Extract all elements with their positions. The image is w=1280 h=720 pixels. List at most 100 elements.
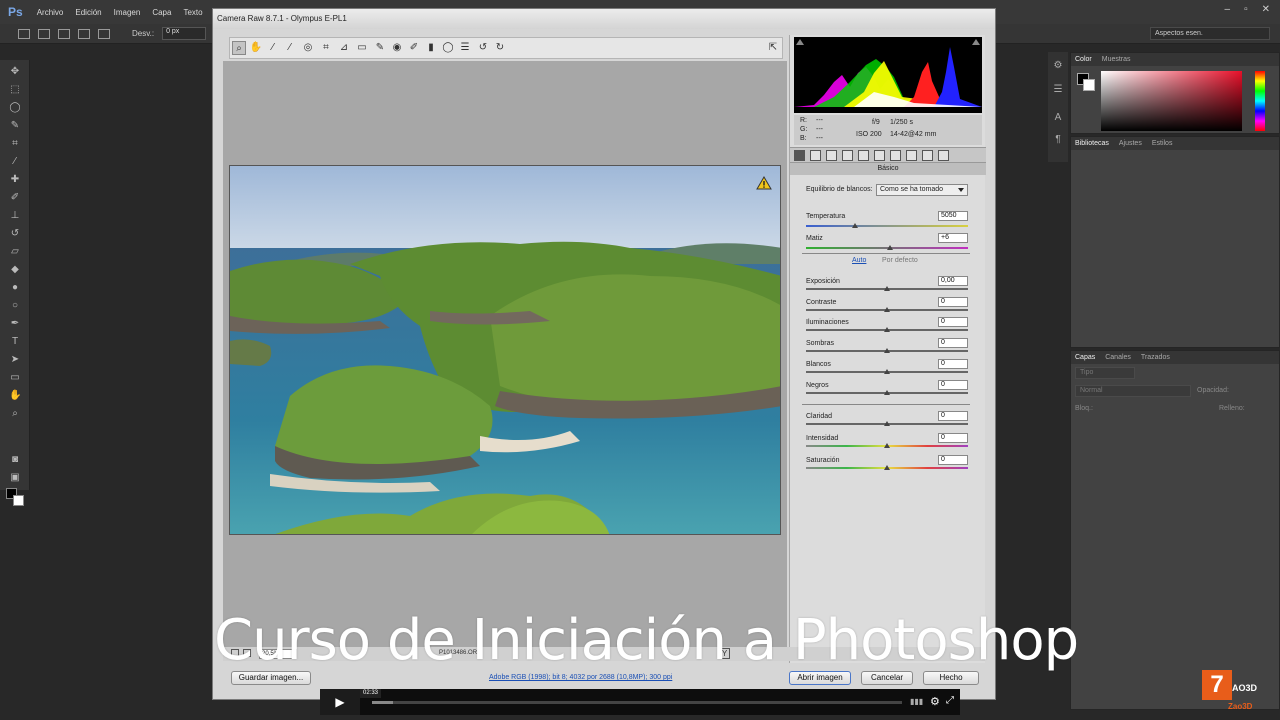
quick-select-icon[interactable]: ✎: [9, 120, 21, 132]
dodge-tool-icon[interactable]: ○: [9, 300, 21, 312]
tone-1-input[interactable]: 0: [938, 296, 968, 307]
new-selection-icon[interactable]: [38, 28, 50, 39]
split-toning-icon[interactable]: [858, 150, 869, 161]
path-select-icon[interactable]: ➤: [9, 354, 21, 366]
stamp-tool-icon[interactable]: ⊥: [9, 210, 21, 222]
eyedropper-icon[interactable]: ⁄: [9, 156, 21, 168]
color-picker-field[interactable]: [1101, 71, 1242, 131]
type-tool-icon[interactable]: T: [9, 336, 21, 348]
detail-panel-icon[interactable]: [826, 150, 837, 161]
character-panel-icon[interactable]: A: [1052, 112, 1064, 124]
history-brush-icon[interactable]: ↺: [9, 228, 21, 240]
background-color-swatch[interactable]: [13, 495, 24, 506]
highlight-clip-icon[interactable]: [972, 39, 980, 45]
hand-tool-icon[interactable]: ✋: [9, 390, 21, 402]
gear-icon[interactable]: ⚙: [930, 695, 940, 708]
fx-effects-icon[interactable]: [890, 150, 901, 161]
color-background-swatch[interactable]: [1083, 79, 1095, 91]
tab-canales[interactable]: Canales: [1105, 354, 1131, 361]
screen-mode-icon[interactable]: ▣: [9, 472, 21, 484]
crop-tool-icon[interactable]: ⌗: [9, 138, 21, 150]
rotate-left-icon[interactable]: ↺: [476, 41, 490, 55]
basic-panel-icon[interactable]: [794, 150, 805, 161]
volume-icon[interactable]: ▮▮▮: [910, 697, 923, 706]
color-sampler-icon[interactable]: ⁄: [283, 41, 297, 55]
zoom-tool-icon[interactable]: ⌕: [232, 41, 246, 55]
tab-color[interactable]: Color: [1075, 56, 1092, 63]
tab-estilos[interactable]: Estilos: [1152, 140, 1173, 147]
tone-3-input[interactable]: 0: [938, 338, 968, 349]
transform-tool-icon[interactable]: ▭: [355, 41, 369, 55]
hand-tool-icon[interactable]: ✋: [249, 41, 263, 55]
menu-texto[interactable]: Texto: [177, 8, 208, 17]
layer-filter-select[interactable]: Tipo: [1075, 367, 1135, 379]
radial-filter-icon[interactable]: ◯: [441, 41, 455, 55]
tone-0-input[interactable]: 0,00: [938, 276, 968, 286]
open-image-button[interactable]: Abrir imagen: [789, 671, 851, 685]
shape-tool-icon[interactable]: ▭: [9, 372, 21, 384]
intersect-selection-icon[interactable]: [98, 28, 110, 39]
history-panel-icon[interactable]: ⚙: [1052, 60, 1064, 72]
temperature-slider-thumb[interactable]: [851, 223, 858, 228]
crop-tool-icon[interactable]: ⌗: [319, 41, 333, 55]
workspace-select[interactable]: Aspectos esen.: [1150, 27, 1270, 40]
red-eye-icon[interactable]: ◉: [390, 41, 404, 55]
paragraph-panel-icon[interactable]: ¶: [1052, 134, 1064, 146]
lasso-tool-icon[interactable]: ◯: [9, 102, 21, 114]
menu-capa[interactable]: Capa: [146, 8, 177, 17]
brush-tool-icon[interactable]: ✐: [9, 192, 21, 204]
presence-0-input[interactable]: 0: [938, 411, 968, 421]
marquee-tool-icon[interactable]: ⬚: [9, 84, 21, 96]
close-icon[interactable]: ✕: [1262, 4, 1270, 15]
presence-1-input[interactable]: 0: [938, 433, 968, 443]
tab-bibliotecas[interactable]: Bibliotecas: [1075, 140, 1109, 147]
subtract-selection-icon[interactable]: [78, 28, 90, 39]
tone-4-slider-thumb[interactable]: [884, 368, 890, 374]
menu-imagen[interactable]: Imagen: [108, 8, 147, 17]
warning-icon[interactable]: [756, 176, 772, 190]
presets-icon[interactable]: [922, 150, 933, 161]
tint-slider-thumb[interactable]: [887, 245, 894, 250]
tone-0-slider-thumb[interactable]: [884, 286, 890, 291]
cancel-button[interactable]: Cancelar: [861, 671, 913, 685]
maximize-icon[interactable]: ▫: [1244, 4, 1248, 15]
move-tool-icon[interactable]: ✥: [9, 66, 21, 78]
tab-muestras[interactable]: Muestras: [1102, 56, 1131, 63]
tone-4-input[interactable]: 0: [938, 358, 968, 369]
tone-5-slider-thumb[interactable]: [884, 389, 890, 395]
quick-mask-icon[interactable]: ◙: [9, 454, 21, 466]
preferences-icon[interactable]: ☰: [458, 41, 472, 55]
add-selection-icon[interactable]: [58, 28, 70, 39]
tone-5-input[interactable]: 0: [938, 379, 968, 390]
tint-input[interactable]: +6: [938, 233, 968, 243]
tab-capas[interactable]: Capas: [1075, 354, 1095, 361]
presence-2-slider-thumb[interactable]: [884, 465, 890, 470]
default-link[interactable]: Por defecto: [882, 257, 918, 264]
menu-edicion[interactable]: Edición: [69, 8, 107, 17]
menu-archivo[interactable]: Archivo: [31, 8, 70, 17]
white-balance-tool-icon[interactable]: ⁄: [266, 41, 280, 55]
zoom-tool-icon[interactable]: ⌕: [9, 408, 21, 420]
adjustment-brush-icon[interactable]: ✐: [407, 41, 421, 55]
temperature-slider[interactable]: [806, 225, 968, 227]
healing-brush-icon[interactable]: ✚: [9, 174, 21, 186]
camera-calibration-icon[interactable]: [906, 150, 917, 161]
tone-2-input[interactable]: 0: [938, 317, 968, 328]
feather-input[interactable]: 0 px: [162, 27, 207, 40]
graduated-filter-icon[interactable]: ▮: [424, 41, 438, 55]
video-progress-track[interactable]: [372, 701, 902, 704]
blend-mode-select[interactable]: Normal: [1075, 385, 1191, 397]
tab-trazados[interactable]: Trazados: [1141, 354, 1170, 361]
white-balance-select[interactable]: Como se ha tomado: [876, 184, 968, 196]
shadow-clip-icon[interactable]: [796, 39, 804, 45]
presence-0-slider-thumb[interactable]: [884, 421, 890, 426]
presence-1-slider-thumb[interactable]: [884, 443, 890, 448]
presence-2-input[interactable]: 0: [938, 455, 968, 465]
play-button[interactable]: ▶: [320, 689, 360, 715]
workflow-options-link[interactable]: Adobe RGB (1998); bit 8; 4032 por 2688 (…: [489, 674, 672, 681]
straighten-tool-icon[interactable]: ⊿: [337, 41, 351, 55]
rotate-right-icon[interactable]: ↻: [493, 41, 507, 55]
fullscreen-toggle-icon[interactable]: ⇱: [766, 41, 780, 55]
hue-slider[interactable]: [1255, 71, 1265, 131]
paint-bucket-icon[interactable]: ◆: [9, 264, 21, 276]
